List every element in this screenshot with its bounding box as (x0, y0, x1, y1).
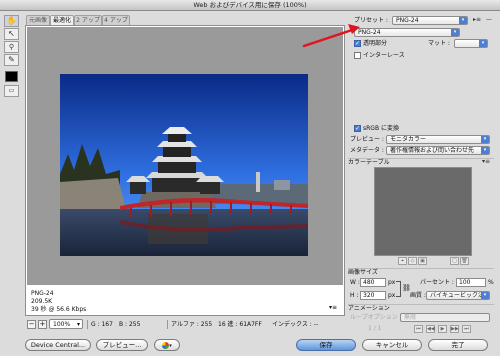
matte-label: マット : (428, 40, 450, 47)
metadata-label: メタデータ : (350, 147, 384, 154)
status-alpha-value: アルファ : 255 (171, 321, 213, 328)
color-table-menu-icon[interactable]: ▾≡ (482, 158, 490, 165)
preview-tabs: 元画像 最適化 2 アップ 4 アップ (24, 15, 344, 25)
first-frame-icon[interactable]: ⏮ (414, 325, 423, 333)
lock-color-icon[interactable]: ▣ (418, 257, 427, 265)
color-table-header: カラーテーブル (348, 158, 494, 166)
info-file-size: 209.5K (31, 298, 53, 305)
window-title: Web およびデバイス用に保存 (100%) (193, 1, 307, 9)
matte-select[interactable]: ▾ (454, 39, 488, 48)
castle-photo (60, 74, 308, 256)
preset-menu-icon[interactable]: ▸≡ (473, 16, 481, 23)
new-color-icon[interactable]: ▢ (450, 257, 459, 265)
loop-options-select[interactable]: 無限 (400, 313, 490, 322)
preview-button[interactable]: プレビュー... (96, 339, 148, 351)
percent-input[interactable]: 100 (456, 278, 486, 287)
frame-counter: 1 / 1 (368, 325, 382, 332)
status-blue-value: B : 255 (119, 321, 141, 328)
status-green-value: G : 167 (91, 321, 113, 328)
device-central-button[interactable]: Device Central... (25, 339, 91, 351)
info-format: PNG-24 (31, 290, 54, 297)
percent-label: パーセント : (420, 279, 454, 286)
width-input[interactable]: 480 (360, 278, 386, 287)
status-index-value: インデックス : -- (272, 321, 318, 328)
width-label: W : (350, 279, 360, 286)
height-unit: px (388, 292, 396, 299)
zoom-out-button[interactable]: − (27, 320, 36, 329)
eyedropper-tool-icon[interactable]: ✎ (4, 54, 19, 66)
tab-4-up[interactable]: 4 アップ (102, 15, 130, 25)
zoom-in-button[interactable]: + (38, 320, 47, 329)
interlace-checkbox[interactable] (354, 52, 361, 59)
optimization-settings-panel: プリセット : PNG-24 ▾ ▸≡ — PNG-24 ▾ ✓ 透明部分 マット … (346, 12, 500, 356)
annotation-arrow-icon (302, 24, 360, 48)
last-frame-icon[interactable]: ⏭ (462, 325, 471, 333)
transparency-label: 透明部分 (363, 40, 388, 47)
convert-srgb-label: sRGB に変換 (363, 125, 399, 132)
zoom-level-select[interactable]: 100% ▾ (49, 319, 83, 329)
hand-tool-icon[interactable]: ✋ (4, 15, 19, 27)
height-input[interactable]: 320 (360, 291, 386, 300)
quality-select[interactable]: バイキュービック法 ▾ (426, 291, 490, 300)
tab-original[interactable]: 元画像 (26, 15, 50, 25)
status-divider (167, 320, 168, 329)
metadata-select[interactable]: 著作権情報および問い合わせ先 ▾ (386, 146, 490, 155)
width-unit: px (388, 279, 396, 286)
quality-label: 画質 : (410, 292, 426, 299)
loop-options-label: ループオプション : (350, 314, 402, 321)
previous-frame-icon[interactable]: ◀◀ (426, 325, 435, 333)
slice-select-tool-icon[interactable]: ↖ (4, 28, 19, 40)
eyedropper-color-swatch[interactable] (5, 71, 18, 82)
constrain-proportions-bracket (396, 281, 401, 297)
image-size-header: 画像サイズ (348, 268, 494, 276)
height-label: H : (350, 292, 359, 299)
tool-palette: ✋ ↖ ⚲ ✎ ▭ (4, 15, 20, 97)
preset-select[interactable]: PNG-24 ▾ (392, 16, 468, 25)
file-format-select[interactable]: PNG-24 ▾ (354, 28, 460, 37)
web-shift-icon[interactable]: ◇ (408, 257, 417, 265)
delete-color-icon[interactable]: 🗑 (460, 257, 469, 265)
interlace-label: インターレース (363, 52, 405, 59)
toggle-slices-icon[interactable]: ▭ (4, 85, 19, 97)
color-table-grid[interactable] (374, 167, 472, 256)
color-preview-select[interactable]: モニタカラー ▾ (386, 135, 490, 144)
color-table-title: カラーテーブル (348, 159, 390, 166)
status-hex-value: 16 進 : 61A7FF (218, 321, 262, 328)
collapse-icon[interactable]: — (486, 16, 492, 23)
animation-header: アニメーション (348, 304, 494, 312)
animation-title: アニメーション (348, 305, 390, 312)
status-bar: − + 100% ▾ G : 167 B : 255 アルファ : 255 16 … (25, 319, 345, 330)
next-frame-icon[interactable]: ▶▶ (450, 325, 459, 333)
zoom-tool-icon[interactable]: ⚲ (4, 41, 19, 53)
info-download-time: 39 秒 @ 56.6 Kbps (31, 306, 87, 313)
browser-preview-button[interactable]: ▾ (154, 339, 180, 351)
map-color-icon[interactable]: ⌖ (398, 257, 407, 265)
convert-srgb-checkbox[interactable]: ✓ (354, 125, 361, 132)
tab-optimized[interactable]: 最適化 (50, 15, 74, 25)
info-menu-icon[interactable]: ▾≡ (329, 304, 337, 312)
percent-unit: % (488, 279, 494, 286)
tab-2-up[interactable]: 2 アップ (74, 15, 102, 25)
window-title-bar: Web およびデバイス用に保存 (100%) (0, 0, 500, 11)
play-icon[interactable]: ▶ (438, 325, 447, 333)
optimization-info-panel: PNG-24 209.5K 39 秒 @ 56.6 Kbps ▾≡ (27, 288, 343, 315)
optimized-image-preview[interactable] (60, 74, 308, 256)
status-divider (87, 320, 88, 329)
image-size-title: 画像サイズ (348, 269, 378, 276)
color-preview-label: プレビュー : (350, 136, 384, 143)
